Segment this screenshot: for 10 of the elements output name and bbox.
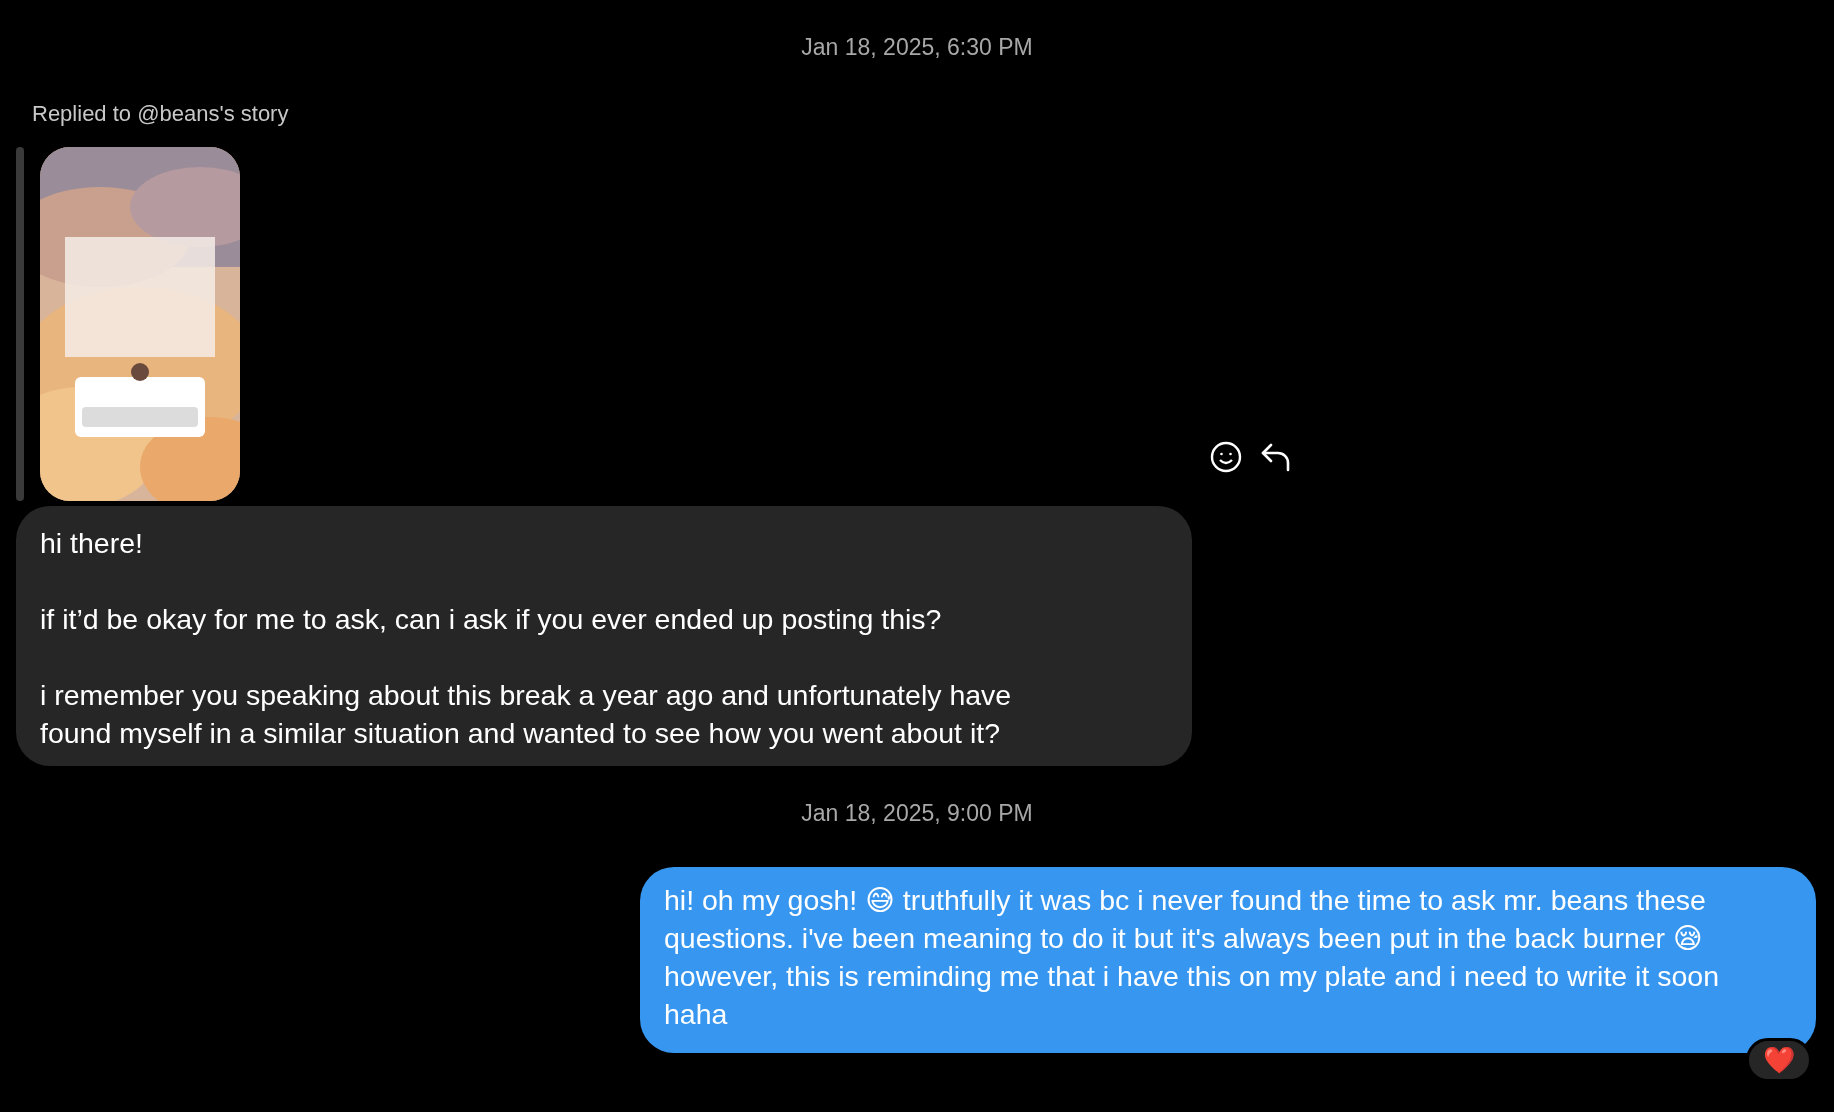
message-text: hi! oh my gosh! 😅 truthfully it was bc i never found the time to ask mr. beans these questions. i've been meaning to do it but it's always been put in the back burner 😪 however, this is reminding me that i have this on my plate and i need to write it soon haha (664, 883, 1721, 1032)
smiley-icon[interactable] (1210, 441, 1242, 473)
reply-icon[interactable] (1260, 442, 1292, 472)
message-text: hi there! (40, 526, 144, 561)
timestamp: Jan 18, 2025, 9:00 PM (801, 800, 1033, 827)
reaction-badge[interactable]: ❤ (1746, 1038, 1812, 1082)
message-text: if it’d be okay for me to ask, can i ask if you ever ended up posting this? (40, 602, 943, 637)
reply-label: Replied to @beans's story (32, 101, 289, 127)
message-text: i remember you speaking about this break a year ago and unfortunately have found myself in a similar situation and wanted to see how you went about it? (40, 678, 1013, 751)
timestamp: Jan 18, 2025, 6:30 PM (801, 34, 1033, 61)
